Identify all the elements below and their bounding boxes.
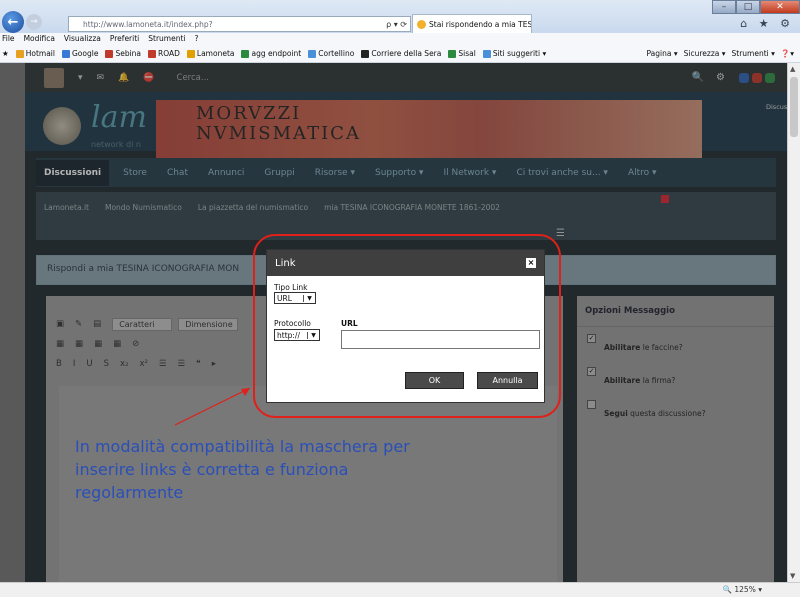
favorite-label: agg endpoint: [251, 49, 302, 58]
favicon-icon: [241, 49, 250, 58]
favorite-label: Google: [71, 49, 99, 58]
maximize-button[interactable]: □: [736, 0, 760, 14]
forward-arrow-icon: →: [30, 17, 38, 27]
minimize-button[interactable]: –: [712, 0, 736, 14]
favorites-bar: ★ Hotmail Google Sebina ROAD Lamoneta agg end…: [0, 45, 800, 63]
browser-titlebar: ← → http://www.lamoneta.it/index.php? ρ …: [0, 0, 800, 33]
address-text[interactable]: http://www.lamoneta.it/index.php?: [83, 20, 386, 29]
favorite-link[interactable]: Sisal: [448, 49, 476, 58]
forum-page: ▾ ✉ 🔔 ⛔ Cerca... 🔍 ⚙ lam network di n MO…: [25, 63, 787, 582]
page-viewport: ▾ ✉ 🔔 ⛔ Cerca... 🔍 ⚙ lam network di n MO…: [0, 63, 787, 582]
favicon-icon: [308, 49, 317, 58]
favorite-label: Corriere della Sera: [371, 49, 442, 58]
command-item[interactable]: Strumenti ▾: [732, 49, 775, 58]
zoom-level[interactable]: 🔍 125% ▾: [723, 585, 762, 594]
tab-active[interactable]: Stai rispondendo a mia TESI... ×: [412, 14, 532, 33]
favorite-label: Sisal: [458, 49, 476, 58]
address-search-refresh-icon[interactable]: ρ ▾ ⟳: [386, 20, 410, 29]
window-controls: – □ ✕: [712, 0, 800, 14]
scroll-down-icon[interactable]: ▼: [790, 572, 795, 580]
command-item[interactable]: Sicurezza ▾: [684, 49, 726, 58]
favorite-link[interactable]: Sebina: [105, 49, 141, 58]
scrollbar[interactable]: ▲ ▼: [787, 63, 800, 582]
command-bar: Pagina ▾ Sicurezza ▾ Strumenti ▾ ❓▾: [647, 49, 800, 58]
favicon-icon: [105, 49, 114, 58]
status-bar: 🔍 125% ▾: [0, 582, 800, 597]
back-button[interactable]: ←: [2, 11, 24, 33]
menu-item-5[interactable]: ?: [195, 33, 199, 45]
favicon-icon: [482, 49, 491, 58]
favicon-icon: [186, 49, 195, 58]
favorite-label: Lamoneta: [196, 49, 235, 58]
favorite-link[interactable]: Google: [61, 49, 99, 58]
tab-title: Stai rispondendo a mia TESI...: [429, 19, 532, 29]
favorite-label: ROAD: [158, 49, 180, 58]
favorite-label: Cortellino: [318, 49, 355, 58]
favorites-star-icon[interactable]: ★: [2, 49, 9, 58]
favicon-icon: [148, 49, 157, 58]
close-window-button[interactable]: ✕: [760, 0, 800, 14]
tab-favicon-icon: [417, 19, 426, 29]
menu-item-3[interactable]: Preferiti: [110, 33, 139, 45]
menu-bar: File Modifica Visualizza Preferiti Strumenti…: [0, 33, 800, 45]
address-bar[interactable]: http://www.lamoneta.it/index.php? ρ ▾ ⟳: [68, 16, 411, 32]
command-item[interactable]: Pagina ▾: [647, 49, 678, 58]
favorite-link[interactable]: Lamoneta: [186, 49, 235, 58]
favorite-label: Sebina: [115, 49, 142, 58]
favorite-link[interactable]: Corriere della Sera: [361, 49, 441, 58]
favorite-label: Siti suggeriti ▾: [492, 49, 547, 58]
menu-item-1[interactable]: Modifica: [24, 33, 55, 45]
zoom-value: 125%: [734, 585, 756, 594]
back-arrow-icon: ←: [7, 14, 19, 30]
menu-item-0[interactable]: File: [2, 33, 15, 45]
favorite-link[interactable]: ROAD: [148, 49, 180, 58]
favorite-label: Hotmail: [25, 49, 55, 58]
favorite-link[interactable]: agg endpoint: [241, 49, 301, 58]
menu-item-2[interactable]: Visualizza: [64, 33, 101, 45]
annotation-arrow: [174, 387, 251, 426]
forward-button[interactable]: →: [26, 14, 42, 30]
scroll-thumb[interactable]: [790, 77, 798, 137]
favicon-icon: [361, 49, 370, 58]
command-item[interactable]: ❓▾: [781, 49, 794, 58]
favorite-link[interactable]: Siti suggeriti ▾: [482, 49, 547, 58]
favicon-icon: [15, 49, 24, 58]
favorite-link[interactable]: Hotmail: [15, 49, 55, 58]
favicon-icon: [448, 49, 457, 58]
annotation-text: In modalità compatibilità la maschera pe…: [75, 437, 410, 502]
menu-item-4[interactable]: Strumenti: [148, 33, 185, 45]
favicon-icon: [61, 49, 70, 58]
scroll-up-icon[interactable]: ▲: [790, 65, 795, 73]
favorite-link[interactable]: Cortellino: [308, 49, 354, 58]
home-favorites-tools-icon[interactable]: ⌂ ★ ⚙: [740, 17, 794, 30]
